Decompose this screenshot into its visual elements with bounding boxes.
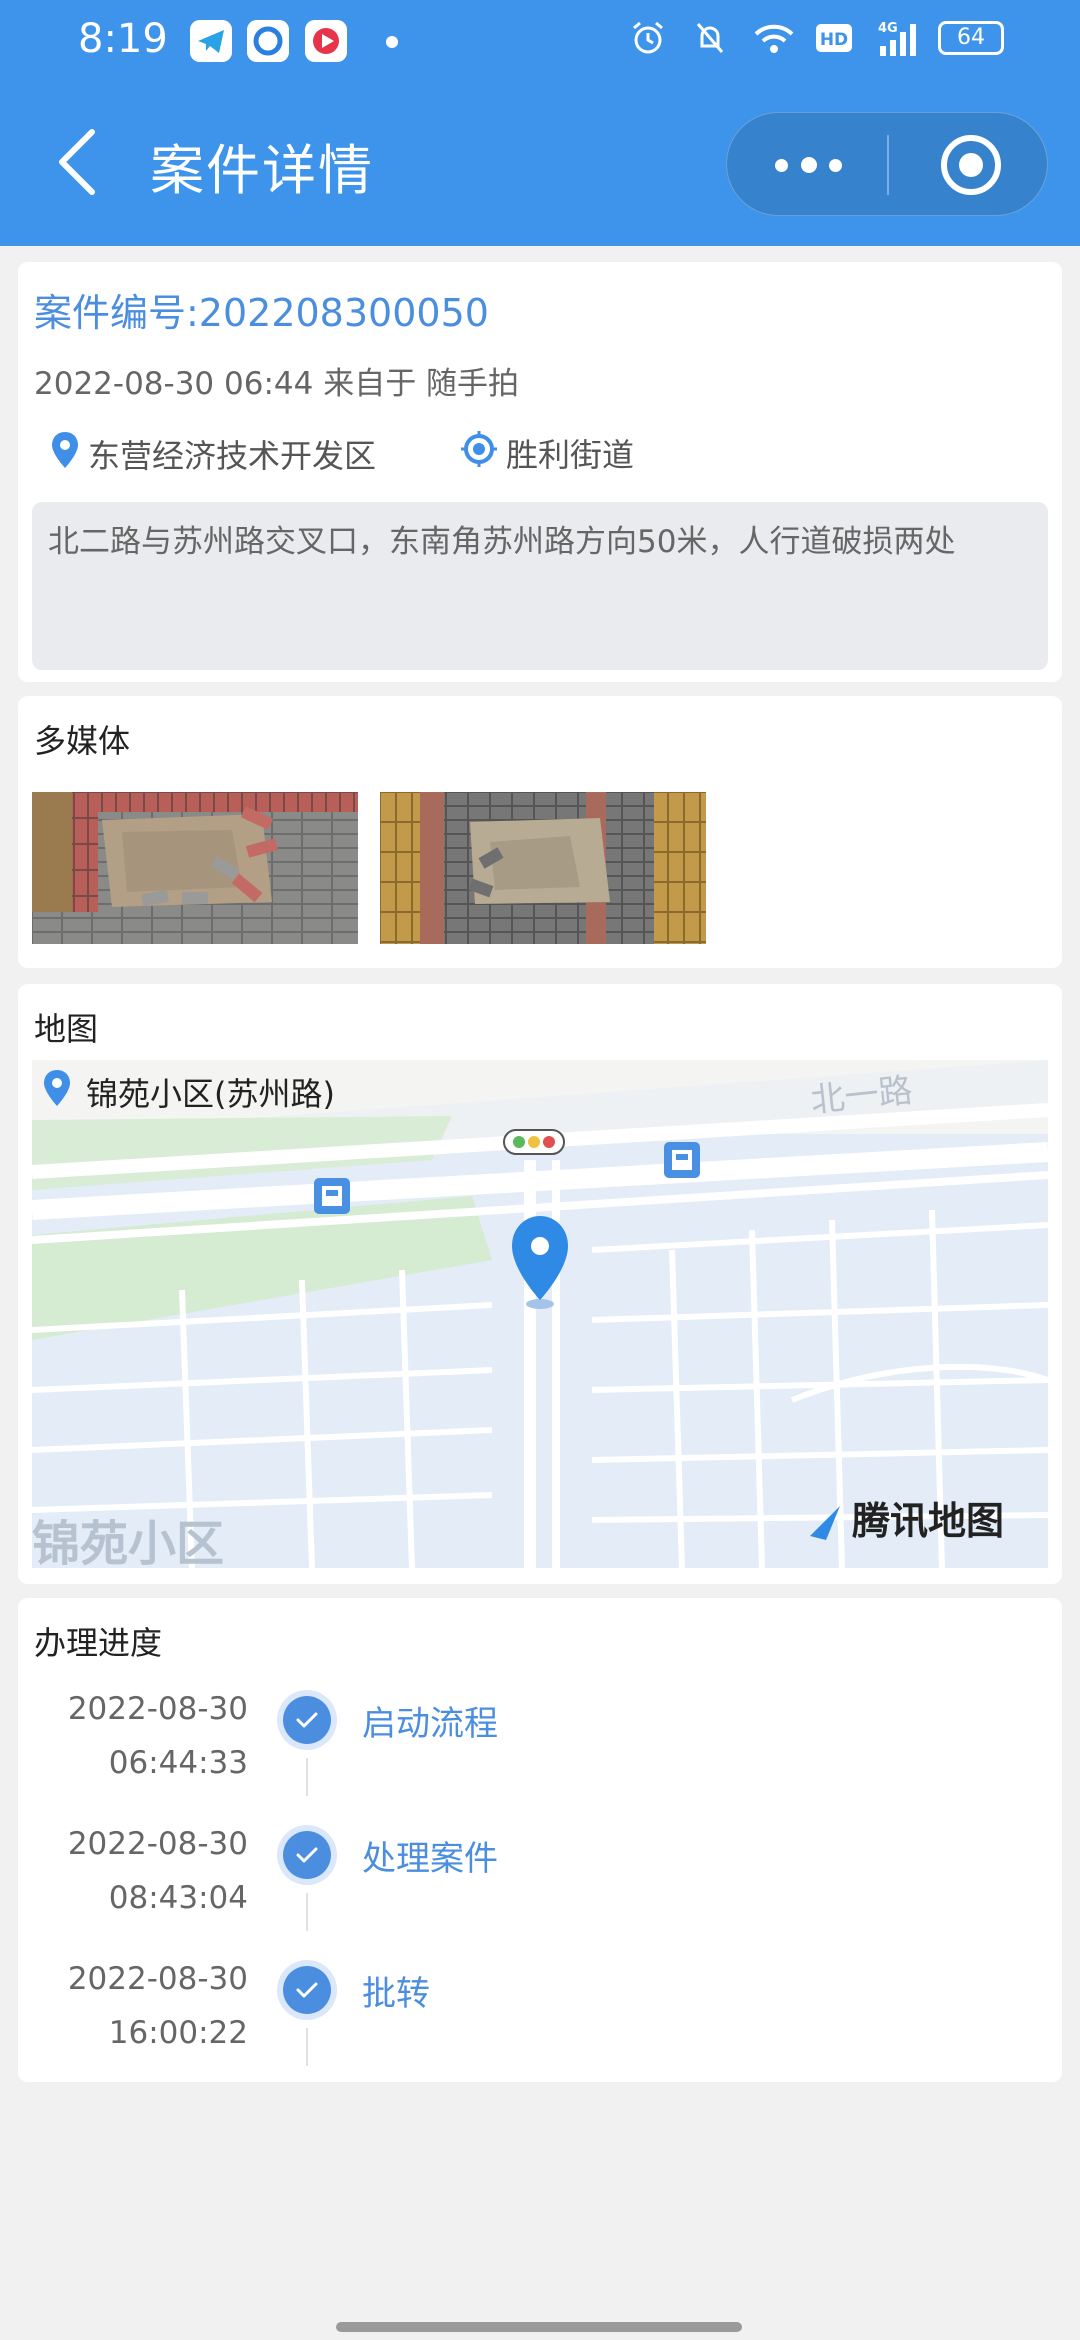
step-date: 2022-08-30	[67, 1961, 248, 1997]
map-location-text: 锦苑小区(苏州路)	[86, 1075, 335, 1113]
capsule-divider	[887, 135, 889, 195]
location-pin-icon	[50, 430, 80, 478]
district-label: 东营经济技术开发区	[88, 437, 377, 475]
step-date: 2022-08-30	[67, 1826, 248, 1862]
damaged-sidewalk-photo-1[interactable]	[32, 792, 358, 944]
step-time: 16:00:22	[108, 2015, 248, 2051]
wifi-icon	[752, 18, 794, 58]
progress-title: 办理进度	[34, 1624, 163, 1662]
4g-signal-icon: 4G	[876, 18, 916, 58]
case-number: 案件编号:202208300050	[34, 291, 489, 335]
check-icon	[283, 1696, 331, 1744]
media-title: 多媒体	[34, 722, 131, 760]
map-brand: 腾讯地图	[852, 1499, 1004, 1543]
battery-icon: 64	[938, 21, 1004, 55]
media-card: 多媒体	[18, 696, 1062, 968]
step-time: 06:44:33	[108, 1745, 248, 1781]
timeline-line	[306, 2028, 308, 2066]
map-location-label: 锦苑小区(苏州路)	[42, 1068, 335, 1116]
notification-dot	[386, 36, 398, 48]
step-label: 处理案件	[362, 1839, 498, 1879]
damaged-sidewalk-photo-2[interactable]	[380, 792, 706, 944]
timeline-line	[306, 1758, 308, 1796]
street-row: 胜利街道	[460, 430, 634, 476]
mute-icon	[690, 18, 730, 58]
case-meta: 2022-08-30 06:44 来自于 随手拍	[34, 366, 520, 402]
more-icon[interactable]	[727, 113, 887, 217]
district-row: 东营经济技术开发区	[50, 430, 376, 478]
case-description: 北二路与苏州路交叉口，东南角苏州路方向50米，人行道破损两处	[32, 502, 1048, 670]
step-time: 08:43:04	[108, 1880, 248, 1916]
bus-stop-icon	[314, 1178, 350, 1214]
status-bar: 8:19 HD 4G 64	[0, 0, 1080, 82]
navigation-bar: 案件详情	[0, 82, 1080, 246]
video-app-icon	[305, 20, 347, 62]
step-label: 批转	[362, 1974, 430, 2014]
street-target-icon	[460, 430, 498, 476]
timeline-line	[306, 1893, 308, 1931]
back-icon[interactable]	[50, 124, 110, 200]
step-label: 启动流程	[362, 1704, 498, 1744]
progress-card: 办理进度 2022-08-30 06:44:33 启动流程 2022-08-30…	[18, 1598, 1062, 2082]
alarm-icon	[628, 18, 668, 58]
bus-stop-icon	[664, 1142, 700, 1178]
map-card: 地图 北一路 锦苑小区 腾讯地图 锦苑小区(苏州路)	[18, 984, 1062, 1584]
location-pin-icon	[42, 1068, 72, 1116]
svg-text:HD: HD	[820, 30, 848, 50]
check-icon	[283, 1966, 331, 2014]
map-view[interactable]: 北一路 锦苑小区 腾讯地图 锦苑小区(苏州路)	[32, 1060, 1048, 1568]
circle-app-icon	[247, 20, 289, 62]
map-title: 地图	[34, 1010, 99, 1048]
status-time: 8:19	[78, 16, 168, 62]
mini-program-capsule	[726, 112, 1048, 216]
traffic-light-icon	[503, 1129, 565, 1155]
home-indicator[interactable]	[336, 2322, 742, 2332]
hd-icon: HD	[814, 18, 854, 58]
page-title: 案件详情	[150, 139, 374, 202]
map-area-label: 锦苑小区	[32, 1516, 224, 1568]
telegram-app-icon	[190, 20, 232, 62]
case-info-card: 案件编号:202208300050 2022-08-30 06:44 来自于 随…	[18, 262, 1062, 682]
step-date: 2022-08-30	[67, 1691, 248, 1727]
street-label: 胜利街道	[506, 436, 635, 474]
close-target-icon[interactable]	[941, 135, 1001, 195]
check-icon	[283, 1831, 331, 1879]
svg-text:4G: 4G	[878, 21, 898, 36]
